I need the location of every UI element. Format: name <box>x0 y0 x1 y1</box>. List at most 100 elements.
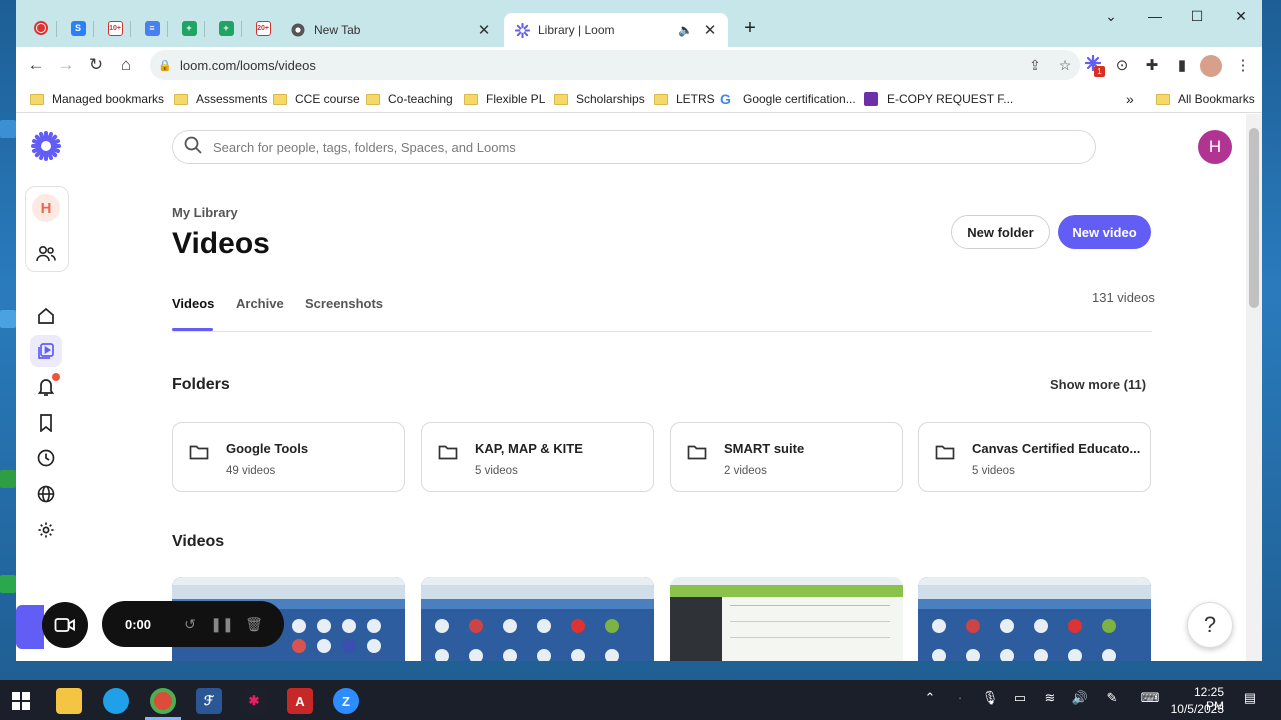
folder-name: Canvas Certified Educato... <box>972 441 1141 456</box>
bookmark-star-icon[interactable]: ☆ <box>1050 57 1080 74</box>
close-window-button[interactable]: ✕ <box>1226 8 1256 30</box>
pen-icon[interactable]: · <box>950 690 970 705</box>
profile-avatar-icon[interactable] <box>1200 55 1222 77</box>
video-thumbnail[interactable] <box>670 577 903 661</box>
clock-date[interactable]: 10/5/2023 <box>1170 702 1224 716</box>
new-tab-button[interactable]: + <box>738 17 762 41</box>
scrollbar-thumb[interactable] <box>1249 128 1259 308</box>
home-icon[interactable]: ⌂ <box>113 53 139 77</box>
share-icon[interactable]: ⇪ <box>1020 57 1050 74</box>
breadcrumb[interactable]: My Library <box>172 205 238 220</box>
show-hidden-icons-chevron-icon[interactable]: ⌃ <box>920 690 940 706</box>
search-input[interactable]: Search for people, tags, folders, Spaces… <box>213 140 516 155</box>
loom-logo-icon[interactable] <box>30 130 62 162</box>
close-tab-icon[interactable]: ✕ <box>702 21 718 39</box>
wifi-icon[interactable]: ≋ <box>1040 690 1060 706</box>
side-panel-icon[interactable]: ▮ <box>1171 55 1193 77</box>
back-arrow-icon[interactable]: ← <box>23 53 49 77</box>
address-bar[interactable]: 🔒 loom.com/looms/videos ⇪ ☆ <box>150 50 1080 80</box>
pen-workspace-icon[interactable]: ✎ <box>1102 690 1122 706</box>
tab-screenshots[interactable]: Screenshots <box>305 296 383 311</box>
camera-toggle-button[interactable] <box>42 602 88 648</box>
history-clock-icon[interactable] <box>30 442 62 474</box>
tab-search-chevron-icon[interactable]: ⌄ <box>1096 8 1126 30</box>
folder-card[interactable]: SMART suite 2 videos <box>670 422 903 492</box>
notification-center-icon[interactable]: ▤ <box>1240 690 1260 706</box>
trash-icon[interactable]: 🗑 <box>238 616 270 633</box>
loom-extension-icon[interactable]: 1 <box>1082 54 1105 77</box>
home-icon[interactable] <box>30 300 62 332</box>
pinned-tab-docs[interactable]: ≡ <box>137 13 168 43</box>
bookmark-item[interactable]: Scholarships <box>554 90 645 108</box>
zoom-icon[interactable]: Z <box>333 688 359 714</box>
more-bookmarks-chevron-icon[interactable]: » <box>1126 90 1134 108</box>
bookmark-label: All Bookmarks <box>1178 92 1255 106</box>
show-more-folders-link[interactable]: Show more (11) <box>1050 377 1146 392</box>
edge-browser-icon[interactable] <box>103 688 129 714</box>
chrome-taskbar-icon[interactable] <box>150 688 176 714</box>
minimize-button[interactable]: — <box>1140 8 1170 30</box>
page-scrollbar[interactable] <box>1246 114 1262 661</box>
bookmark-item[interactable]: G Google certification... <box>720 90 856 108</box>
extensions-puzzle-icon[interactable]: ✚ <box>1141 55 1163 77</box>
user-avatar[interactable]: H <box>1198 130 1232 164</box>
library-icon[interactable] <box>30 335 62 367</box>
tab-loom-library[interactable]: Library | Loom 🔈 ✕ <box>504 13 728 47</box>
folder-card[interactable]: Google Tools 49 videos <box>172 422 405 492</box>
windows-start-icon[interactable] <box>8 688 34 714</box>
pinned-tab-gmail-2[interactable]: 20+ <box>248 13 278 43</box>
lock-icon[interactable]: 🔒 <box>150 59 180 72</box>
pinned-tab-gmail-1[interactable]: 10+ <box>100 13 131 43</box>
url-text[interactable]: loom.com/looms/videos <box>180 58 1020 73</box>
folder-card[interactable]: Canvas Certified Educato... 5 videos <box>918 422 1151 492</box>
bookmark-item[interactable]: Flexible PL <box>464 90 545 108</box>
pinned-tab-sheets-2[interactable]: + <box>211 13 242 43</box>
pause-icon[interactable]: ❚❚ <box>206 616 238 633</box>
reload-icon[interactable]: ↻ <box>83 53 109 77</box>
settings-gear-icon[interactable] <box>30 514 62 546</box>
volume-icon[interactable]: 🔊 <box>1070 690 1090 706</box>
new-video-button[interactable]: New video <box>1058 215 1151 249</box>
notifications-bell-icon[interactable] <box>30 371 62 403</box>
gmail-badge: 10+ <box>109 24 121 32</box>
forward-arrow-icon[interactable]: → <box>53 53 79 77</box>
desktop-icon-fragment <box>0 575 16 593</box>
restart-icon[interactable]: ↺ <box>174 616 206 633</box>
tab-videos[interactable]: Videos <box>172 296 214 311</box>
acrobat-icon[interactable]: A <box>287 688 313 714</box>
tab-archive[interactable]: Archive <box>236 296 284 311</box>
file-explorer-icon[interactable] <box>56 688 82 714</box>
close-tab-icon[interactable]: ✕ <box>476 21 492 39</box>
pinned-tab-sheets-1[interactable]: + <box>174 13 205 43</box>
bookmark-item[interactable]: Co-teaching <box>366 90 453 108</box>
extension-target-icon[interactable]: ⊙ <box>1111 55 1133 77</box>
slack-icon[interactable]: ✱ <box>241 688 267 714</box>
battery-icon[interactable]: ▭ <box>1010 690 1030 706</box>
bookmark-item[interactable]: E-COPY REQUEST F... <box>864 90 1013 108</box>
microphone-icon[interactable]: 🎙 <box>980 690 1000 706</box>
speaker-icon[interactable]: 🔈 <box>678 23 694 37</box>
bookmark-item[interactable]: Managed bookmarks <box>30 90 164 108</box>
video-thumbnail[interactable] <box>918 577 1151 661</box>
bookmark-item[interactable]: CCE course <box>273 90 360 108</box>
people-icon[interactable] <box>30 238 62 270</box>
pinned-tab-recording[interactable] <box>26 13 57 43</box>
search-bar[interactable]: Search for people, tags, folders, Spaces… <box>172 130 1096 164</box>
menu-kebab-icon[interactable]: ⋮ <box>1232 55 1254 77</box>
workspace-avatar[interactable]: H <box>32 194 60 222</box>
keyboard-icon[interactable]: ⌨ <box>1140 690 1160 706</box>
help-button[interactable]: ? <box>1187 602 1233 648</box>
bookmark-item[interactable]: LETRS <box>654 90 715 108</box>
globe-icon[interactable] <box>30 478 62 510</box>
tab-new-tab[interactable]: New Tab ✕ <box>280 13 502 47</box>
bookmark-icon[interactable] <box>30 407 62 439</box>
bookmark-item[interactable]: Assessments <box>174 90 267 108</box>
folder-card[interactable]: KAP, MAP & KITE 5 videos <box>421 422 654 492</box>
all-bookmarks[interactable]: All Bookmarks <box>1156 90 1255 108</box>
new-folder-button[interactable]: New folder <box>951 215 1050 249</box>
video-thumbnail[interactable] <box>421 577 654 661</box>
pinned-tab-slides[interactable]: S <box>63 13 94 43</box>
recorder-side-tab[interactable] <box>16 605 44 649</box>
maximize-button[interactable]: ☐ <box>1182 8 1212 30</box>
app-icon[interactable]: ℱ <box>196 688 222 714</box>
